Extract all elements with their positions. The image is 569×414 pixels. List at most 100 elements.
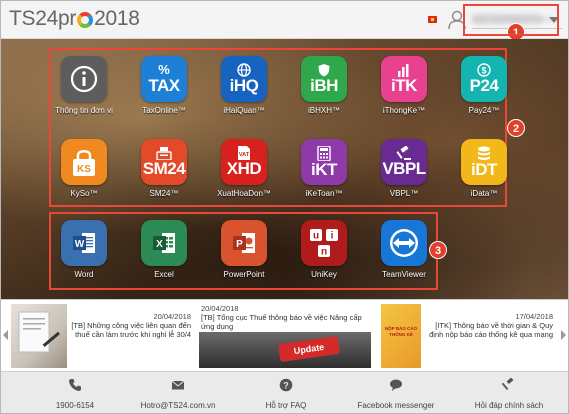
tile-text: iDT xyxy=(471,159,497,179)
callout-box-ts24-apps xyxy=(49,48,507,207)
lock-icon: KS xyxy=(61,139,107,185)
news-thumbnail xyxy=(11,304,67,368)
footer-bar: 1900-6154 Hotro@TS24.com.vn ? Hỗ trợ FAQ… xyxy=(1,371,568,413)
news-text: 17/04/2018 [ITK] Thông báo về thời gian … xyxy=(425,312,553,339)
footer-label: Hỗ trợ FAQ xyxy=(265,401,307,410)
svg-text:VAT: VAT xyxy=(239,152,250,158)
teamviewer-icon xyxy=(381,220,427,266)
app-label: iHaiQuan™ xyxy=(223,106,265,115)
news-carousel: 20/04/2018 [TB] Những công việc liên qua… xyxy=(1,299,568,371)
news-title: [TB] Những công việc liên quan đến thuế … xyxy=(71,321,191,339)
tile-text: TAX xyxy=(148,76,180,95)
app-label: VBPL™ xyxy=(389,189,419,198)
news-title: [ITK] Thông báo về thời gian & Quy định … xyxy=(429,321,553,339)
tile-text: SM24 xyxy=(142,158,186,178)
app-word[interactable]: W Word xyxy=(53,220,115,279)
envelope-icon xyxy=(171,380,185,390)
footer-facebook-messenger[interactable]: Facebook messenger xyxy=(351,378,441,413)
app-label: KySo™ xyxy=(70,189,98,198)
svg-text:u: u xyxy=(313,231,319,242)
app-pay24[interactable]: $ P24 Pay24™ xyxy=(453,56,515,115)
arrow-left-icon[interactable] xyxy=(3,330,8,340)
arrow-right-icon[interactable] xyxy=(561,330,566,340)
footer-hotline[interactable]: 1900-6154 xyxy=(45,378,105,413)
app-xuathoadon[interactable]: VAT XHD XuatHoaDon™ xyxy=(213,139,275,198)
app-ihaiquan[interactable]: iHQ iHaiQuan™ xyxy=(213,56,275,115)
app-label: Word xyxy=(74,270,94,279)
svg-text:W: W xyxy=(75,239,85,250)
news-date: 17/04/2018 xyxy=(515,312,553,321)
thumbnail-caption: NỘP BÁO CÁO THỐNG KÊ xyxy=(384,326,418,337)
tile-text: iKT xyxy=(311,159,337,179)
footer-email[interactable]: Hotro@TS24.com.vn xyxy=(133,378,223,413)
news-title: [TB] Tổng cục Thuế thông báo về việc Nân… xyxy=(201,313,362,331)
calculator-icon: iKT xyxy=(301,139,347,185)
footer-label: Facebook messenger xyxy=(357,401,435,410)
svg-text:X: X xyxy=(156,239,163,250)
svg-text:$: $ xyxy=(481,66,486,76)
app-idata[interactable]: iDT iData™ xyxy=(453,139,515,198)
globe-icon: iHQ xyxy=(221,56,267,102)
news-item[interactable]: 20/04/2018 [TB] Tổng cục Thuế thông báo … xyxy=(199,304,371,368)
dollar-icon: $ P24 xyxy=(461,56,507,102)
unikey-icon: u in xyxy=(301,220,347,266)
tile-text: iHQ xyxy=(229,76,259,95)
phone-icon xyxy=(69,379,81,391)
tile-text: XHD xyxy=(226,159,262,178)
callout-badge-2: 2 xyxy=(507,119,525,137)
app-label: Thông tin đơn vị xyxy=(55,106,113,115)
app-kyso[interactable]: KS KySo™ xyxy=(53,139,115,198)
footer-faq[interactable]: ? Hỗ trợ FAQ xyxy=(256,378,316,413)
news-date: 20/04/2018 xyxy=(201,304,239,313)
app-label: TaxOnline™ xyxy=(142,106,186,115)
footer-policy-qa[interactable]: Hỏi đáp chính sách xyxy=(464,378,554,413)
footer-label: Hotro@TS24.com.vn xyxy=(140,401,216,410)
svg-text:KS: KS xyxy=(77,164,91,175)
app-taxonline[interactable]: % TAX TaxOnline™ xyxy=(133,56,195,115)
logo-text-left: TS24pr xyxy=(9,7,77,30)
app-sm24[interactable]: SM24 SM24™ xyxy=(133,139,195,198)
app-ibhxh[interactable]: iBH iBHXH™ xyxy=(293,56,355,115)
news-date: 20/04/2018 xyxy=(153,312,191,321)
app-label: iData™ xyxy=(470,189,498,198)
app-unikey[interactable]: u in UniKey xyxy=(293,220,355,279)
tile-text: iBH xyxy=(310,76,338,95)
app-window: TS24pr 2018 tsyn.ts24@ts24.com 1 2 3 Thô… xyxy=(0,0,569,414)
app-teamviewer[interactable]: TeamViewer xyxy=(373,220,435,279)
app-label: PowerPoint xyxy=(223,270,265,279)
svg-text:n: n xyxy=(321,247,327,258)
app-label: Pay24™ xyxy=(468,106,500,115)
info-icon xyxy=(61,56,107,102)
app-label: iKeToan™ xyxy=(305,189,343,198)
app-vbpl[interactable]: VBPL VBPL™ xyxy=(373,139,435,198)
tile-text: VBPL xyxy=(382,159,426,178)
news-thumbnail: NỘP BÁO CÁO THỐNG KÊ xyxy=(381,304,421,368)
app-excel[interactable]: X Excel xyxy=(133,220,195,279)
news-item[interactable]: NỘP BÁO CÁO THỐNG KÊ 17/04/2018 [ITK] Th… xyxy=(381,304,559,368)
logo-ring-icon xyxy=(77,12,94,28)
svg-text:i: i xyxy=(331,231,334,242)
app-ithongke[interactable]: iTK iThongKe™ xyxy=(373,56,435,115)
app-iketoan[interactable]: iKT iKeToan™ xyxy=(293,139,355,198)
news-item[interactable]: 20/04/2018 [TB] Những công việc liên qua… xyxy=(11,304,193,368)
app-powerpoint[interactable]: P PowerPoint xyxy=(213,220,275,279)
vietnam-flag-icon[interactable] xyxy=(428,16,437,23)
app-label: iThongKe™ xyxy=(382,106,426,115)
shield-icon: iBH xyxy=(301,56,347,102)
app-label: UniKey xyxy=(311,270,337,279)
word-icon: W xyxy=(61,220,107,266)
gavel-icon xyxy=(502,378,514,391)
news-text: 20/04/2018 [TB] Những công việc liên qua… xyxy=(71,312,191,339)
app-label: iBHXH™ xyxy=(307,106,340,115)
callout-box-account xyxy=(463,4,559,36)
app-thong-tin-don-vi[interactable]: Thông tin đơn vị xyxy=(53,56,115,115)
tile-text: iTK xyxy=(391,75,417,95)
news-text: 20/04/2018 [TB] Tổng cục Thuế thông báo … xyxy=(201,304,369,331)
svg-text:P: P xyxy=(236,239,243,250)
logo-text-right: 2018 xyxy=(94,7,140,30)
app-label: SM24™ xyxy=(149,189,179,198)
app-label: XuatHoaDon™ xyxy=(217,189,271,198)
update-key: Update xyxy=(278,335,340,363)
gavel-icon: VBPL xyxy=(381,139,427,185)
app-label: Excel xyxy=(154,270,174,279)
